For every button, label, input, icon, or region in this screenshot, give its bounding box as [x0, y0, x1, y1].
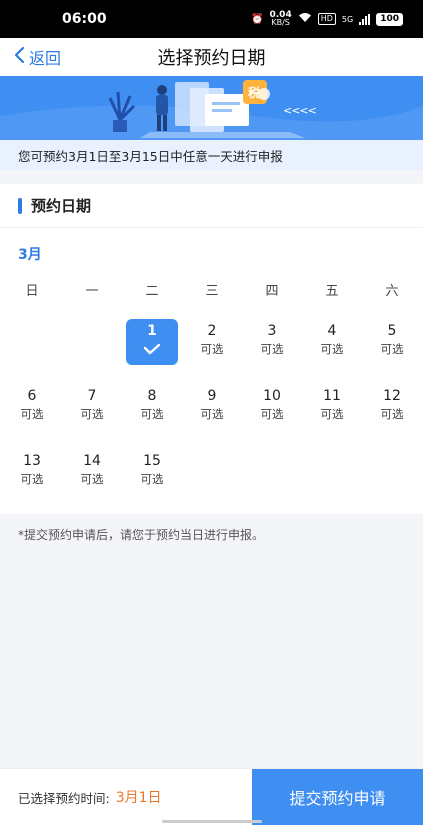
- day-number: 15: [143, 453, 161, 469]
- banner: 税 <<<<: [0, 76, 423, 140]
- bottom-bar: 已选择预约时间: 3月1日 提交预约申请: [0, 768, 423, 825]
- section-accent-bar: [18, 197, 22, 214]
- day-number: 1: [147, 323, 157, 339]
- weekday-label: 三: [205, 284, 219, 299]
- status-bar: 06:00 ⏰ 0.04 KB/S HD 5G 100: [0, 0, 423, 38]
- nav-bar: 返回 选择预约日期: [0, 38, 423, 76]
- day-status: 可选: [140, 472, 164, 486]
- day-number: 2: [207, 323, 217, 339]
- status-time: 06:00: [62, 11, 107, 27]
- day-number: 6: [27, 388, 37, 404]
- month-label: 3月: [18, 247, 42, 263]
- selected-time-label: 已选择预约时间:: [18, 790, 110, 806]
- calendar-day-5[interactable]: 5 可选: [362, 318, 422, 383]
- calendar-day-14[interactable]: 14 可选: [62, 448, 122, 513]
- day-number: 3: [267, 323, 277, 339]
- calendar-week-row: 6 可选 7 可选 8 可选 9 可选 10 可选 11 可选 12 可选: [2, 383, 422, 448]
- calendar-day-10[interactable]: 10 可选: [242, 383, 302, 448]
- calendar-day-2[interactable]: 2 可选: [182, 318, 242, 383]
- day-status: 可选: [200, 342, 224, 356]
- day-number: 11: [323, 388, 341, 404]
- day-number: 7: [87, 388, 97, 404]
- tax-badge: 税: [248, 86, 261, 100]
- signal-icon: [359, 13, 371, 25]
- calendar-day-8[interactable]: 8 可选: [122, 383, 182, 448]
- network-type: 5G: [341, 14, 354, 24]
- network-speed-unit: KB/S: [271, 18, 290, 27]
- day-status: 可选: [80, 472, 104, 486]
- day-number: 9: [207, 388, 217, 404]
- day-status: 可选: [80, 407, 104, 421]
- submit-button[interactable]: 提交预约申请: [252, 769, 423, 825]
- weekday-label: 日: [25, 284, 39, 299]
- banner-illustration: [0, 76, 423, 140]
- day-status: 可选: [320, 342, 344, 356]
- day-status: 可选: [140, 407, 164, 421]
- checkmark-icon: [143, 340, 161, 359]
- calendar-day-6[interactable]: 6 可选: [2, 383, 62, 448]
- calendar-empty-cell: [2, 318, 62, 383]
- calendar-day-13[interactable]: 13 可选: [2, 448, 62, 513]
- day-number: 13: [23, 453, 41, 469]
- network-speed: 0.04 KB/S: [270, 11, 292, 27]
- weekday-label: 五: [325, 284, 339, 299]
- day-status: 可选: [380, 342, 404, 356]
- day-status: 可选: [20, 407, 44, 421]
- weekday-label: 四: [265, 284, 279, 299]
- section-title: 预约日期: [31, 197, 92, 215]
- day-number: 4: [327, 323, 337, 339]
- back-label: 返回: [29, 49, 62, 68]
- day-number: 10: [263, 388, 281, 404]
- day-status: 可选: [380, 407, 404, 421]
- day-status: 可选: [260, 342, 284, 356]
- day-number: 8: [147, 388, 157, 404]
- day-number: 12: [383, 388, 401, 404]
- hd-badge: HD: [317, 13, 336, 25]
- wifi-icon: [298, 12, 312, 26]
- day-status: 可选: [260, 407, 284, 421]
- calendar-day-3[interactable]: 3 可选: [242, 318, 302, 383]
- day-status: 可选: [320, 407, 344, 421]
- weekday-label: 一: [85, 284, 99, 299]
- weekday-label: 六: [385, 284, 399, 299]
- calendar-day-11[interactable]: 11 可选: [302, 383, 362, 448]
- banner-arrows: <<<<: [283, 104, 317, 117]
- calendar-grid: 1 2 可选 3 可选 4 可选 5 可选 6 可选 7 可选 8 可选 9 可…: [2, 318, 422, 513]
- calendar: 3月 日 一 二 三 四 五 六 1 2 可选 3 可选 4 可选 5 可选 6…: [0, 228, 423, 514]
- day-number: 5: [387, 323, 397, 339]
- day-status: 可选: [200, 407, 224, 421]
- status-icons: ⏰ 0.04 KB/S HD 5G 100: [251, 11, 403, 27]
- selected-day-highlight: 1: [126, 319, 178, 365]
- calendar-empty-cell: [242, 448, 302, 513]
- back-button[interactable]: 返回: [14, 38, 61, 76]
- day-status: 可选: [20, 472, 44, 486]
- calendar-week-row: 1 2 可选 3 可选 4 可选 5 可选: [2, 318, 422, 383]
- selected-time-info: 已选择预约时间: 3月1日: [0, 769, 252, 825]
- weekday-label: 二: [145, 284, 159, 299]
- calendar-day-15[interactable]: 15 可选: [122, 448, 182, 513]
- calendar-empty-cell: [362, 448, 422, 513]
- section-header: 预约日期: [0, 184, 423, 228]
- calendar-day-1[interactable]: 1: [122, 318, 182, 383]
- calendar-empty-cell: [302, 448, 362, 513]
- calendar-empty-cell: [182, 448, 242, 513]
- day-number: 14: [83, 453, 101, 469]
- home-indicator: [162, 820, 262, 823]
- battery-icon: 100: [376, 12, 403, 26]
- calendar-day-12[interactable]: 12 可选: [362, 383, 422, 448]
- calendar-week-row: 13 可选 14 可选 15 可选: [2, 448, 422, 513]
- calendar-empty-cell: [62, 318, 122, 383]
- calendar-day-9[interactable]: 9 可选: [182, 383, 242, 448]
- selected-time-value: 3月1日: [115, 790, 162, 806]
- chevron-left-icon: [14, 46, 25, 68]
- calendar-day-4[interactable]: 4 可选: [302, 318, 362, 383]
- alarm-icon: ⏰: [251, 13, 264, 25]
- page-title: 选择预约日期: [157, 48, 266, 69]
- calendar-day-7[interactable]: 7 可选: [62, 383, 122, 448]
- footnote: *提交预约申请后，请您于预约当日进行申报。: [18, 528, 265, 542]
- reservation-notice: 您可预约3月1日至3月15日中任意一天进行申报: [0, 140, 423, 170]
- weekday-header: 日 一 二 三 四 五 六: [2, 280, 422, 299]
